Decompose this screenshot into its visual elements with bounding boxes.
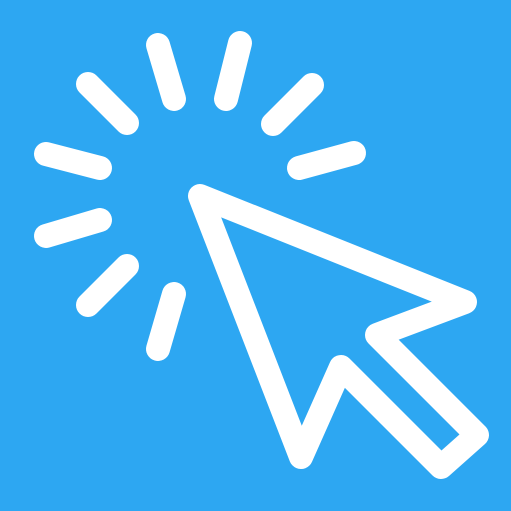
click-cursor-icon-canvas (0, 0, 511, 511)
icon-background (0, 0, 511, 511)
burst-ray (146, 33, 186, 111)
burst-ray (34, 208, 112, 248)
click-cursor-icon (0, 0, 511, 511)
burst-ray (146, 282, 186, 361)
burst-ray (287, 141, 366, 180)
burst-ray (34, 142, 112, 180)
burst-ray (214, 31, 252, 111)
